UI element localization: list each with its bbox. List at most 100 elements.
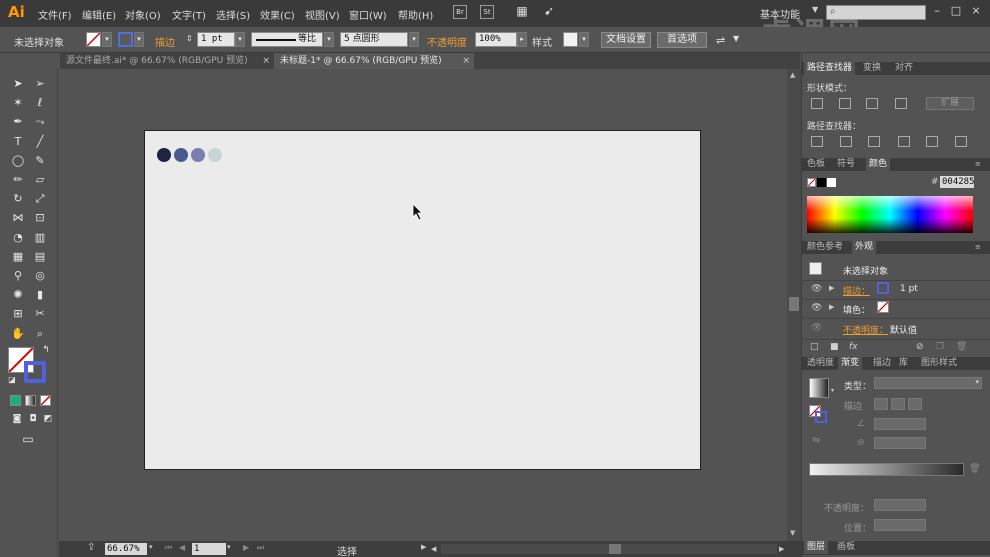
draw-behind-icon[interactable]: ◘ [25, 411, 41, 427]
menu-type[interactable]: 文字(T) [172, 7, 206, 22]
stroke-across-icon[interactable] [908, 398, 922, 410]
gradient-thumbnail[interactable] [809, 378, 829, 398]
color-none-icon[interactable] [807, 178, 816, 187]
tab-gradient[interactable]: 渐变 [838, 357, 863, 370]
free-transform-icon[interactable]: ⊡ [32, 210, 48, 226]
symbol-sprayer-icon[interactable]: ✺ [10, 287, 26, 303]
color-white-icon[interactable] [827, 178, 836, 187]
tab-libraries[interactable]: 库 [896, 357, 911, 370]
divide-icon[interactable] [811, 136, 823, 147]
appearance-fill-label[interactable]: 填色： [843, 303, 870, 316]
eraser-icon[interactable]: ▱ [32, 172, 48, 188]
screen-mode-icon[interactable]: ▭ [20, 431, 36, 447]
stroke-profile-dropdown-icon[interactable]: ▾ [324, 32, 334, 47]
maximize-icon[interactable]: □ [948, 4, 964, 18]
gradient-position-field[interactable] [874, 519, 926, 531]
magic-wand-icon[interactable]: ✶ [10, 95, 26, 111]
tab-appearance[interactable]: 外观 [852, 241, 877, 254]
zoom-dropdown-icon[interactable]: ▾ [149, 543, 153, 551]
document-setup-button[interactable]: 文档设置 [601, 32, 651, 48]
menu-file[interactable]: 文件(F) [38, 7, 72, 22]
appearance-fill-swatch[interactable] [877, 301, 889, 313]
stroke-label[interactable]: 描边 [155, 34, 175, 49]
expand-arrow-icon[interactable]: ▶ [829, 303, 834, 311]
hscroll-left-icon[interactable]: ◀ [431, 545, 436, 553]
merge-icon[interactable] [868, 136, 880, 147]
menu-edit[interactable]: 编辑(E) [82, 7, 116, 22]
tab-transform[interactable]: 变换 [860, 62, 884, 75]
style-dropdown-icon[interactable]: ▾ [579, 32, 589, 47]
opacity-dropdown-icon[interactable]: ▸ [517, 32, 527, 47]
color-dot-3[interactable] [191, 148, 205, 162]
appearance-stroke-swatch[interactable] [877, 282, 889, 294]
tab-swatches[interactable]: 色板 [804, 158, 828, 171]
stroke-within-icon[interactable] [874, 398, 888, 410]
color-dot-4[interactable] [208, 148, 222, 162]
gradient-angle-field[interactable] [874, 418, 926, 430]
tab-color-guide[interactable]: 颜色参考 [804, 241, 846, 254]
lasso-icon[interactable]: ℓ [32, 95, 48, 111]
arrange-documents-icon[interactable]: ▦ [512, 5, 532, 19]
scroll-thumb[interactable] [789, 297, 799, 311]
fill-dropdown-icon[interactable]: ▾ [102, 32, 112, 47]
pen-icon[interactable]: ✒ [10, 114, 26, 130]
eye-icon[interactable]: 👁 [811, 284, 822, 294]
artboard-dropdown-icon[interactable]: ▾ [227, 543, 231, 551]
hscroll-right-icon[interactable]: ▶ [779, 545, 784, 553]
tab-stroke[interactable]: 描边 [870, 357, 894, 370]
zoom-icon[interactable]: ⌕ [32, 326, 48, 342]
gradient-mode-icon[interactable] [25, 395, 36, 406]
bridge-button[interactable]: Br [453, 5, 467, 19]
artboard-number-field[interactable]: 1 [192, 543, 226, 555]
add-stroke-icon[interactable]: □ [810, 342, 819, 352]
control-menu-icon[interactable]: ▼ [733, 34, 739, 43]
close-icon[interactable]: × [968, 4, 984, 18]
appearance-stroke-label[interactable]: 描边： [843, 284, 870, 297]
rotate-icon[interactable]: ↻ [10, 191, 26, 207]
stroke-swatch[interactable] [118, 32, 133, 47]
add-fill-icon[interactable]: ■ [830, 342, 839, 352]
zoom-field[interactable]: 66.67% [105, 543, 147, 555]
opacity-label[interactable]: 不透明度 [427, 34, 467, 49]
status-menu-icon[interactable]: ▶ [421, 543, 426, 551]
line-icon[interactable]: ╱ [32, 134, 48, 150]
perspective-icon[interactable]: ▥ [32, 230, 48, 246]
tab-close-icon[interactable]: × [462, 53, 470, 69]
stroke-weight-field[interactable]: 1 pt [197, 32, 235, 47]
fill-swatch[interactable] [86, 32, 101, 47]
color-spectrum[interactable] [807, 196, 973, 233]
color-dot-1[interactable] [157, 148, 171, 162]
stroke-weight-dropdown-icon[interactable]: ▾ [235, 32, 245, 47]
curvature-icon[interactable]: ⤳ [32, 114, 48, 130]
gradient-slider[interactable] [809, 463, 964, 476]
tab-close-icon[interactable]: × [262, 53, 270, 69]
arrange-icon[interactable]: ⇌ [716, 34, 725, 47]
shape-builder-icon[interactable]: ◔ [10, 230, 26, 246]
menu-view[interactable]: 视图(V) [305, 7, 340, 22]
delete-item-icon[interactable]: 🗑 [956, 342, 967, 352]
tab-color[interactable]: 颜色 [866, 158, 891, 171]
minus-front-icon[interactable] [839, 98, 851, 109]
exclude-icon[interactable] [895, 98, 907, 109]
outline-icon[interactable] [926, 136, 938, 147]
swap-fill-stroke-icon[interactable]: ↰ [38, 342, 54, 358]
intersect-icon[interactable] [866, 98, 878, 109]
duplicate-item-icon[interactable]: ❐ [936, 342, 944, 352]
tab-artboards[interactable]: 画板 [834, 541, 858, 554]
brush-select[interactable]: 5 点圆形 [340, 32, 408, 47]
none-mode-icon[interactable] [40, 395, 51, 406]
scroll-down-icon[interactable]: ▼ [790, 529, 795, 537]
tab-layers[interactable]: 图层 [804, 541, 829, 554]
delete-stop-icon[interactable]: 🗑 [969, 464, 980, 474]
workspace-dropdown-icon[interactable]: ▼ [812, 5, 818, 14]
tab-source-file[interactable]: 源文件最终.ai* @ 66.67% (RGB/GPU 预览) × [60, 53, 274, 69]
appearance-opacity-label[interactable]: 不透明度： [843, 323, 888, 336]
next-artboard-icon[interactable]: ▶ [243, 543, 249, 552]
add-effect-icon[interactable]: fx [849, 342, 858, 352]
panel-menu-icon[interactable]: ≡ [972, 158, 984, 171]
eye-icon[interactable]: 👁 [811, 303, 822, 313]
default-fill-stroke-icon[interactable]: ◪ [4, 372, 20, 388]
expand-button[interactable]: 扩展 [926, 97, 974, 110]
scale-icon[interactable]: ⤢ [32, 191, 48, 207]
clear-appearance-icon[interactable]: ⊘ [916, 342, 924, 352]
